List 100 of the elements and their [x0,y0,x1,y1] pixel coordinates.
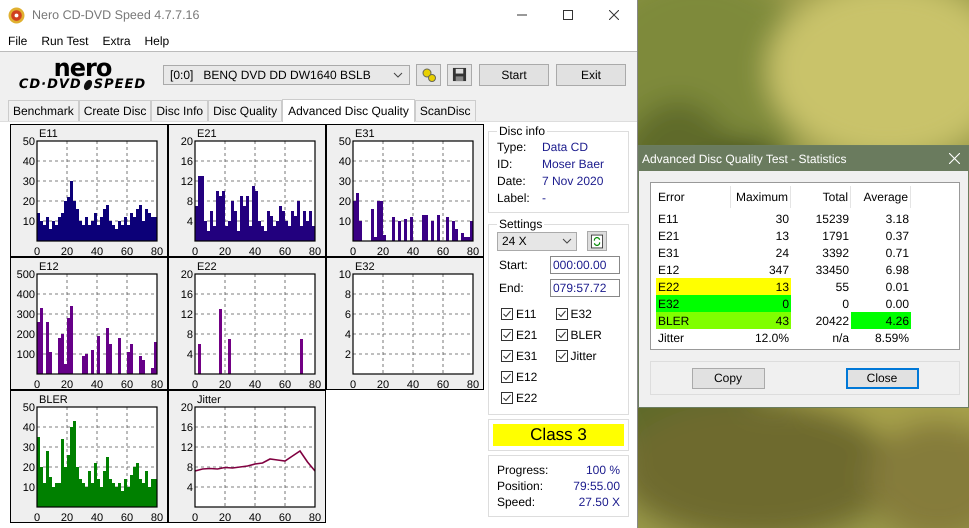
field-value: Data CD [542,140,588,154]
axis-tick-label: 50 [338,136,351,148]
axis-tick-label: 10 [22,482,35,494]
checkbox-label: E32 [570,306,592,320]
axis-tick-label: 20 [180,136,193,148]
checkbox[interactable] [501,392,513,404]
table-cell-text: 347 [768,262,790,278]
axis-tick-label: 8 [344,289,351,301]
group-title: Disc info [498,124,546,138]
column-header[interactable]: Total [791,186,851,208]
field-label: ID: [497,156,514,170]
close-icon[interactable] [609,10,619,20]
field-label: Start: [499,258,528,272]
axis-tick-label: 60 [278,246,292,256]
tab[interactable]: Disc Quality [208,100,282,121]
table-cell: E22 [656,278,731,295]
axis-tick-label: 20 [376,379,390,389]
axis-tick-label: 0 [192,379,198,389]
start-field[interactable]: 000:00.00 [550,256,620,274]
chart-title: E32 [355,261,375,273]
axis-tick-label: 12 [180,176,193,188]
field-value: 100 % [586,463,620,477]
axis-tick-label: 80 [150,512,164,522]
column-header[interactable]: Maximum [731,186,791,208]
checkbox[interactable] [501,328,513,340]
menu-item[interactable]: Help [144,34,170,48]
checkbox-label: E31 [516,348,538,362]
axis-tick-label: 500 [16,269,35,281]
table-cell: 13 [731,278,791,295]
close-button[interactable]: Close [846,368,918,388]
field-label: Date: [497,174,527,188]
axis-tick-label: 40 [22,156,35,168]
table-cell-text: E21 [657,228,680,244]
checkbox[interactable] [556,308,568,320]
table-cell-text: 8.59% [874,330,910,346]
menu-item[interactable]: Run Test [41,34,88,48]
table-cell-text: 24 [774,244,790,261]
refresh-icon[interactable] [587,231,607,251]
menu-item[interactable]: Extra [102,34,130,48]
axis-tick-label: 20 [218,246,232,256]
end-field[interactable]: 079:57.72 [550,279,620,297]
histogram-bar [228,339,231,374]
axis-tick-label: 100 [16,349,35,361]
tab[interactable]: ScanDisc [414,100,476,121]
axis-tick-label: 40 [22,422,35,434]
table-cell: E32 [656,295,731,312]
table-cell-text: 0.00 [884,296,910,312]
field-value: 27.50 X [578,495,620,509]
checkbox[interactable] [501,370,513,382]
table-cell-text: 0.01 [884,278,910,295]
start-button[interactable]: Start [479,64,549,86]
axis-tick-label: 4 [344,329,351,341]
axis-tick-label: 20 [22,462,35,474]
table-cell-text: 3.18 [884,210,910,227]
drive-dropdown[interactable]: [0:0] BENQ DVD DD DW1640 BSLB [163,64,410,84]
table-cell-text: 15239 [814,210,850,227]
gears-icon[interactable] [416,64,441,86]
axis-tick-label: 20 [376,246,390,256]
checkbox-label: E22 [516,390,538,404]
axis-tick-label: 20 [338,196,351,208]
field-label: End: [499,281,524,295]
checkbox[interactable] [501,350,513,362]
axis-tick-label: 40 [90,246,104,256]
field-label: Label: [497,190,531,204]
checkbox[interactable] [501,308,513,320]
axis-tick-label: 4 [186,216,193,228]
axis-tick-label: 20 [60,379,74,389]
speed-dropdown[interactable]: 24 X [497,232,577,250]
chart-title: E21 [197,128,217,140]
chart-title: E11 [39,128,58,140]
tab[interactable]: Create Disc [78,100,152,121]
axis-tick-label: 16 [180,289,193,301]
save-icon[interactable] [447,64,472,86]
chart-title: E12 [39,261,59,273]
table-cell-text: n/a [831,330,850,346]
copy-button[interactable]: Copy [692,368,764,388]
axis-tick-label: 6 [344,309,351,321]
chart-title: E22 [197,261,217,273]
histogram-bar [446,217,449,241]
axis-tick-label: 20 [180,402,193,414]
tab[interactable]: Benchmark [8,100,79,121]
axis-tick-label: 16 [180,156,193,168]
histogram-bar [97,336,100,374]
checkbox[interactable] [556,328,568,340]
field-value: Moser Baer [542,156,604,170]
maximize-icon[interactable] [563,10,573,20]
tab[interactable]: Disc Info [151,100,208,121]
tab[interactable]: Advanced Disc Quality [282,99,415,122]
axis-tick-label: 16 [180,422,193,434]
table-cell: 4.26 [851,312,911,329]
column-header[interactable]: Average [851,186,911,208]
axis-tick-label: 80 [466,246,480,256]
histogram-bar [198,344,201,374]
exit-button[interactable]: Exit [556,64,626,86]
table-cell: 43 [731,312,791,329]
axis-tick-label: 80 [466,379,480,389]
menu-item[interactable]: File [8,34,28,48]
column-header[interactable]: Error [656,186,731,208]
field-value: - [542,190,546,204]
checkbox[interactable] [556,350,568,362]
